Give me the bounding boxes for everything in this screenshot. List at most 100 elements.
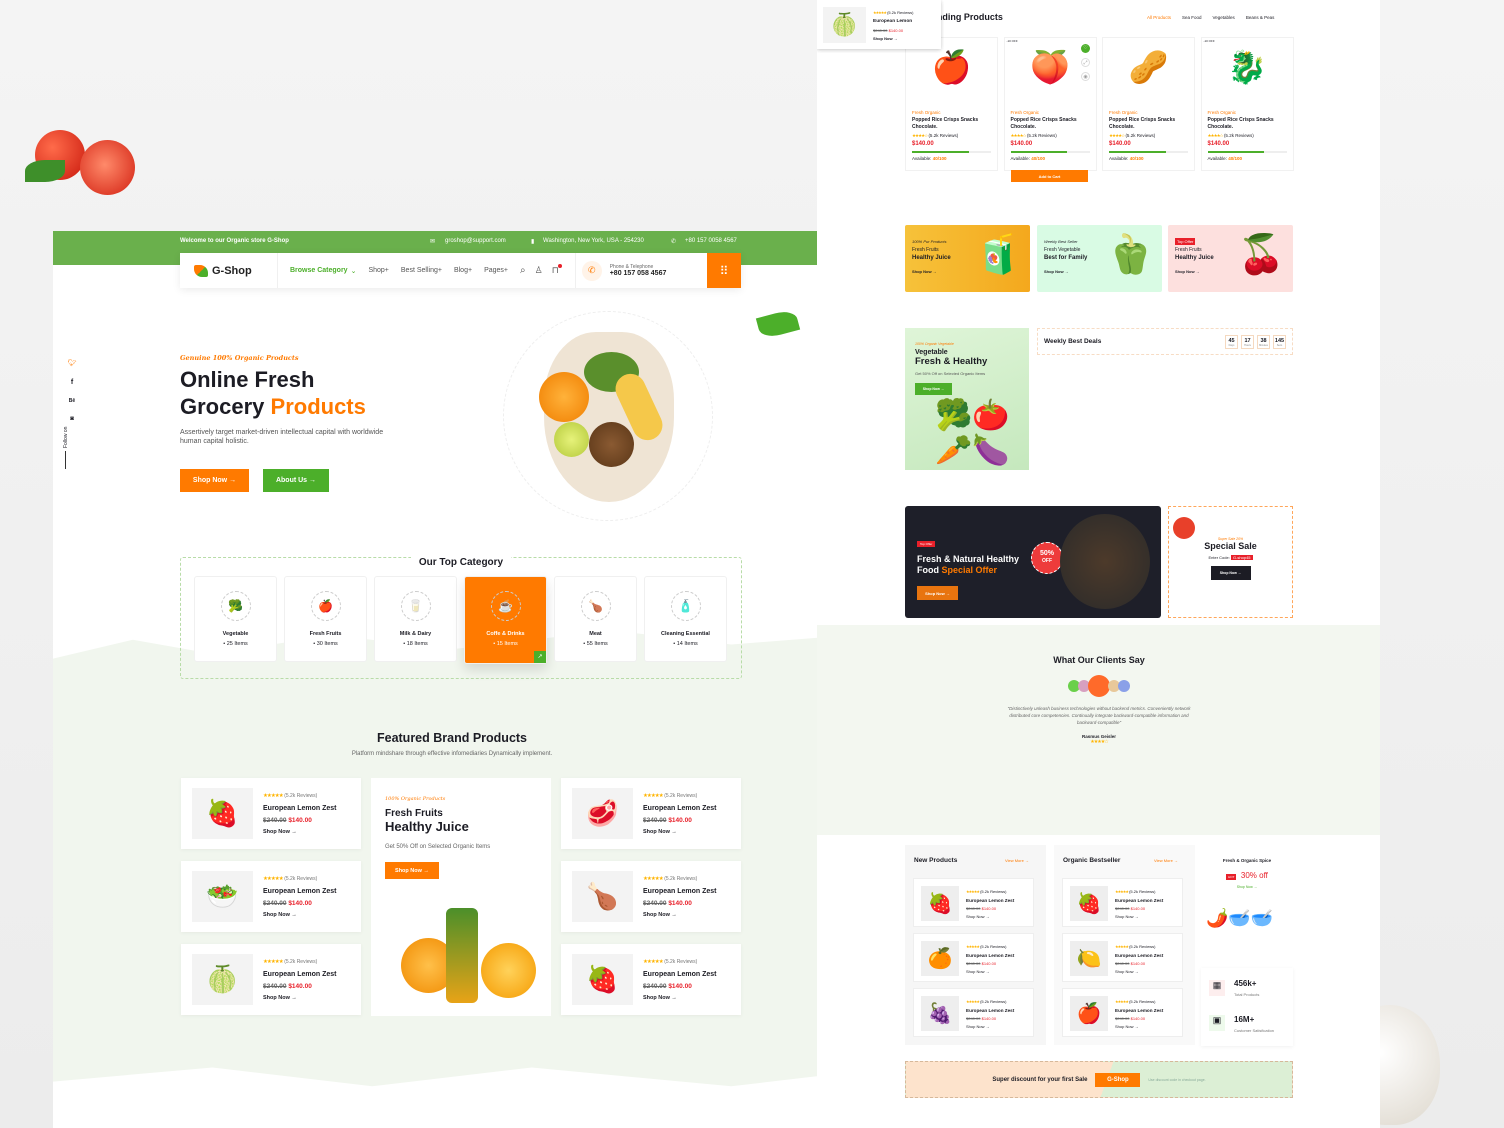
shop-now-link[interactable]: Shop Now → xyxy=(966,968,1014,976)
email-link[interactable]: groshop@support.com xyxy=(445,238,506,244)
facebook-icon[interactable]: f xyxy=(67,379,77,386)
client-avatars[interactable] xyxy=(999,675,1199,697)
product-card[interactable]: 🍓 ★★★★★ (5.2k Reviews) European Lemon Ze… xyxy=(561,944,741,1015)
user-icon[interactable]: ♙ xyxy=(535,265,543,276)
tab-all-products[interactable]: All Products xyxy=(1147,15,1171,20)
product-card[interactable]: 🍎 ★★★★★ (5.2k Reviews) European Lemon Zes… xyxy=(1062,988,1183,1037)
shop-now-link[interactable]: Shop Now → xyxy=(1115,968,1163,976)
product-card[interactable]: 🥗 ★★★★★ (5.2k Reviews) European Lemon Ze… xyxy=(181,861,361,932)
product-image: 🐉 xyxy=(1227,49,1267,85)
wishlist-icon[interactable]: ♡ xyxy=(1081,44,1090,53)
product-card[interactable]: 🍓 ★★★★★ (5.2k Reviews) European Lemon Zes… xyxy=(1062,878,1183,927)
phone-icon: ✆ xyxy=(671,239,677,245)
grid-menu-button[interactable]: ⠿ xyxy=(707,253,741,288)
category-icon: 🍗 xyxy=(580,591,611,621)
old-price: $240.00 xyxy=(643,899,667,907)
tab-sea-food[interactable]: Sea Food xyxy=(1182,15,1202,20)
hero-description: Assertively target market-driven intelle… xyxy=(180,429,384,445)
nav-phone: +80 157 058 4567 xyxy=(609,270,667,277)
view-more-link[interactable]: View More → xyxy=(1154,858,1178,863)
shop-now-link[interactable]: Shop Now → xyxy=(643,910,717,920)
discount-code-button[interactable]: G-Shop xyxy=(1095,1072,1141,1087)
compare-icon[interactable]: ⤢ xyxy=(1081,58,1090,67)
promo-line1: Fresh Fruits xyxy=(385,808,443,819)
product-card[interactable]: 🥩 ★★★★★ (5.2k Reviews) European Lemon Ze… xyxy=(561,778,741,849)
category-icon: 🥦 xyxy=(220,591,251,621)
category-card[interactable]: 🥛 Milk & Dairy • 18 Items xyxy=(374,576,457,662)
shop-now-link[interactable]: Shop Now → xyxy=(263,827,337,837)
shop-now-button[interactable]: Shop Now → xyxy=(180,469,249,492)
twitter-icon[interactable]: 🐦︎ xyxy=(67,359,77,367)
review-count: (5.2k Reviews) xyxy=(664,876,698,882)
grid-menu-icon: ⠿ xyxy=(719,263,729,278)
coupon-code: G-shop45 xyxy=(1230,555,1253,560)
category-name: Milk & Dairy xyxy=(399,631,432,637)
product-card[interactable]: 🍇 ★★★★★ (5.2k Reviews) European Lemon Zes… xyxy=(913,988,1034,1037)
category-card[interactable]: 🥦 Vegetable • 25 Items xyxy=(194,576,277,662)
trending-product-card[interactable]: -10 OFF 🍑 Fresh Organic Popped Rice Cris… xyxy=(1003,37,1097,171)
trending-product-card[interactable]: 🍎 Fresh Organic Popped Rice Crisps Snack… xyxy=(905,37,998,171)
promo-banner-lychee[interactable]: Top Offer Fresh Fruits Healthy Juice Shop N… xyxy=(1168,225,1293,292)
shop-now-link[interactable]: Shop Now → xyxy=(643,827,717,837)
shop-now-link[interactable]: Shop Now → xyxy=(263,993,337,1003)
nav-pages[interactable]: Pages+ xyxy=(484,267,508,274)
deal-card[interactable]: 🍈 ★★★★★ (5.2k Reviews) European Lemon $2… xyxy=(817,0,941,49)
category-count: • 15 Items xyxy=(493,641,518,647)
shop-now-link[interactable]: Shop Now → xyxy=(643,993,717,1003)
tab-beans-peas[interactable]: Beans & Peas xyxy=(1246,15,1275,20)
nav-shop[interactable]: Shop+ xyxy=(368,267,388,274)
logo[interactable]: G-Shop xyxy=(180,253,278,288)
category-count: • 55 Items xyxy=(583,641,608,647)
section-title: Weekly Best Deals xyxy=(1044,338,1102,345)
trending-product-card[interactable]: 🥜 Fresh Organic Popped Rice Crisps Snack… xyxy=(1102,37,1195,171)
nav-browse-category[interactable]: Browse Category xyxy=(290,267,348,274)
product-card[interactable]: 🍓 ★★★★★ (5.2k Reviews) European Lemon Ze… xyxy=(181,778,361,849)
shop-now-link[interactable]: Shop Now → xyxy=(966,913,1014,921)
behance-icon[interactable]: Bē xyxy=(67,398,77,404)
shop-now-button[interactable]: Shop Now → xyxy=(915,383,952,395)
promo-banner-vegetable[interactable]: Weekly Best Seller Fresh Vegetable Best fo… xyxy=(1037,225,1162,292)
product-image: 🍈 xyxy=(192,954,253,1005)
tab-vegetables[interactable]: Vegetables xyxy=(1213,15,1235,20)
eye-icon[interactable]: ◉ xyxy=(1081,72,1090,81)
category-card[interactable]: ☕ Coffe & Drinks • 15 Items ↗ xyxy=(464,576,547,664)
category-card[interactable]: 🧴 Cleaning Essential • 14 Items xyxy=(644,576,727,662)
category-card[interactable]: 🍗 Meat • 55 Items xyxy=(554,576,637,662)
shop-now-button[interactable]: Shop Now → xyxy=(1210,566,1251,580)
category-card[interactable]: 🍎 Fresh Fruits • 30 Items xyxy=(284,576,367,662)
category-name: Coffe & Drinks xyxy=(486,631,525,637)
discount-badge: -10 OFF xyxy=(1006,39,1018,43)
product-card[interactable]: 🍋 ★★★★★ (5.2k Reviews) European Lemon Zes… xyxy=(1062,933,1183,982)
rating-stars: ★★★★★ xyxy=(643,876,664,882)
product-card[interactable]: 🍊 ★★★★★ (5.2k Reviews) European Lemon Zes… xyxy=(913,933,1034,982)
nav-blog[interactable]: Blog+ xyxy=(454,267,472,274)
shop-now-link[interactable]: Shop Now → xyxy=(1201,885,1293,889)
shop-now-link[interactable]: Shop Now → xyxy=(873,35,914,43)
top-category-section: Our Top Category 🥦 Vegetable • 25 Items … xyxy=(180,557,742,679)
shop-now-link[interactable]: Shop Now → xyxy=(966,1023,1014,1031)
stock-progress-bar xyxy=(912,151,991,153)
shop-now-link[interactable]: Shop Now → xyxy=(263,910,337,920)
old-price: $240.00 xyxy=(643,816,667,824)
nav-best-selling[interactable]: Best Selling+ xyxy=(401,267,442,274)
shop-now-link[interactable]: Shop Now → xyxy=(1115,913,1163,921)
shop-now-button[interactable]: Shop Now → xyxy=(385,862,439,879)
stock-progress-bar xyxy=(1207,151,1287,153)
product-card[interactable]: 🍗 ★★★★★ (5.2k Reviews) European Lemon Ze… xyxy=(561,861,741,932)
trending-product-card[interactable]: -10 OFF 🐉 Fresh Organic Popped Rice Cris… xyxy=(1200,37,1294,171)
shop-now-button[interactable]: Shop Now → xyxy=(917,586,958,600)
product-category: Fresh Organic xyxy=(1109,110,1138,115)
product-card[interactable]: 🍓 ★★★★★ (5.2k Reviews) European Lemon Zes… xyxy=(913,878,1034,927)
shop-now-link[interactable]: Shop Now → xyxy=(1115,1023,1163,1031)
rating-stars: ★★★★★ xyxy=(263,876,284,882)
about-us-button[interactable]: About Us → xyxy=(263,469,329,492)
search-icon[interactable]: ⌕ xyxy=(520,265,526,276)
promo-banner-juice[interactable]: 100% Pur Products Fresh Fruits Healthy Jui… xyxy=(905,225,1030,292)
add-to-cart-button[interactable]: Add to Cart xyxy=(1011,170,1088,182)
products-icon: ▦ xyxy=(1209,980,1225,996)
view-more-link[interactable]: View More → xyxy=(1005,858,1029,863)
cart-icon[interactable]: ⊓ xyxy=(552,264,562,276)
kebab-image xyxy=(1060,514,1150,609)
product-card[interactable]: 🍈 ★★★★★ (5.2k Reviews) European Lemon Ze… xyxy=(181,944,361,1015)
product-image: 🍎 xyxy=(1070,996,1108,1031)
